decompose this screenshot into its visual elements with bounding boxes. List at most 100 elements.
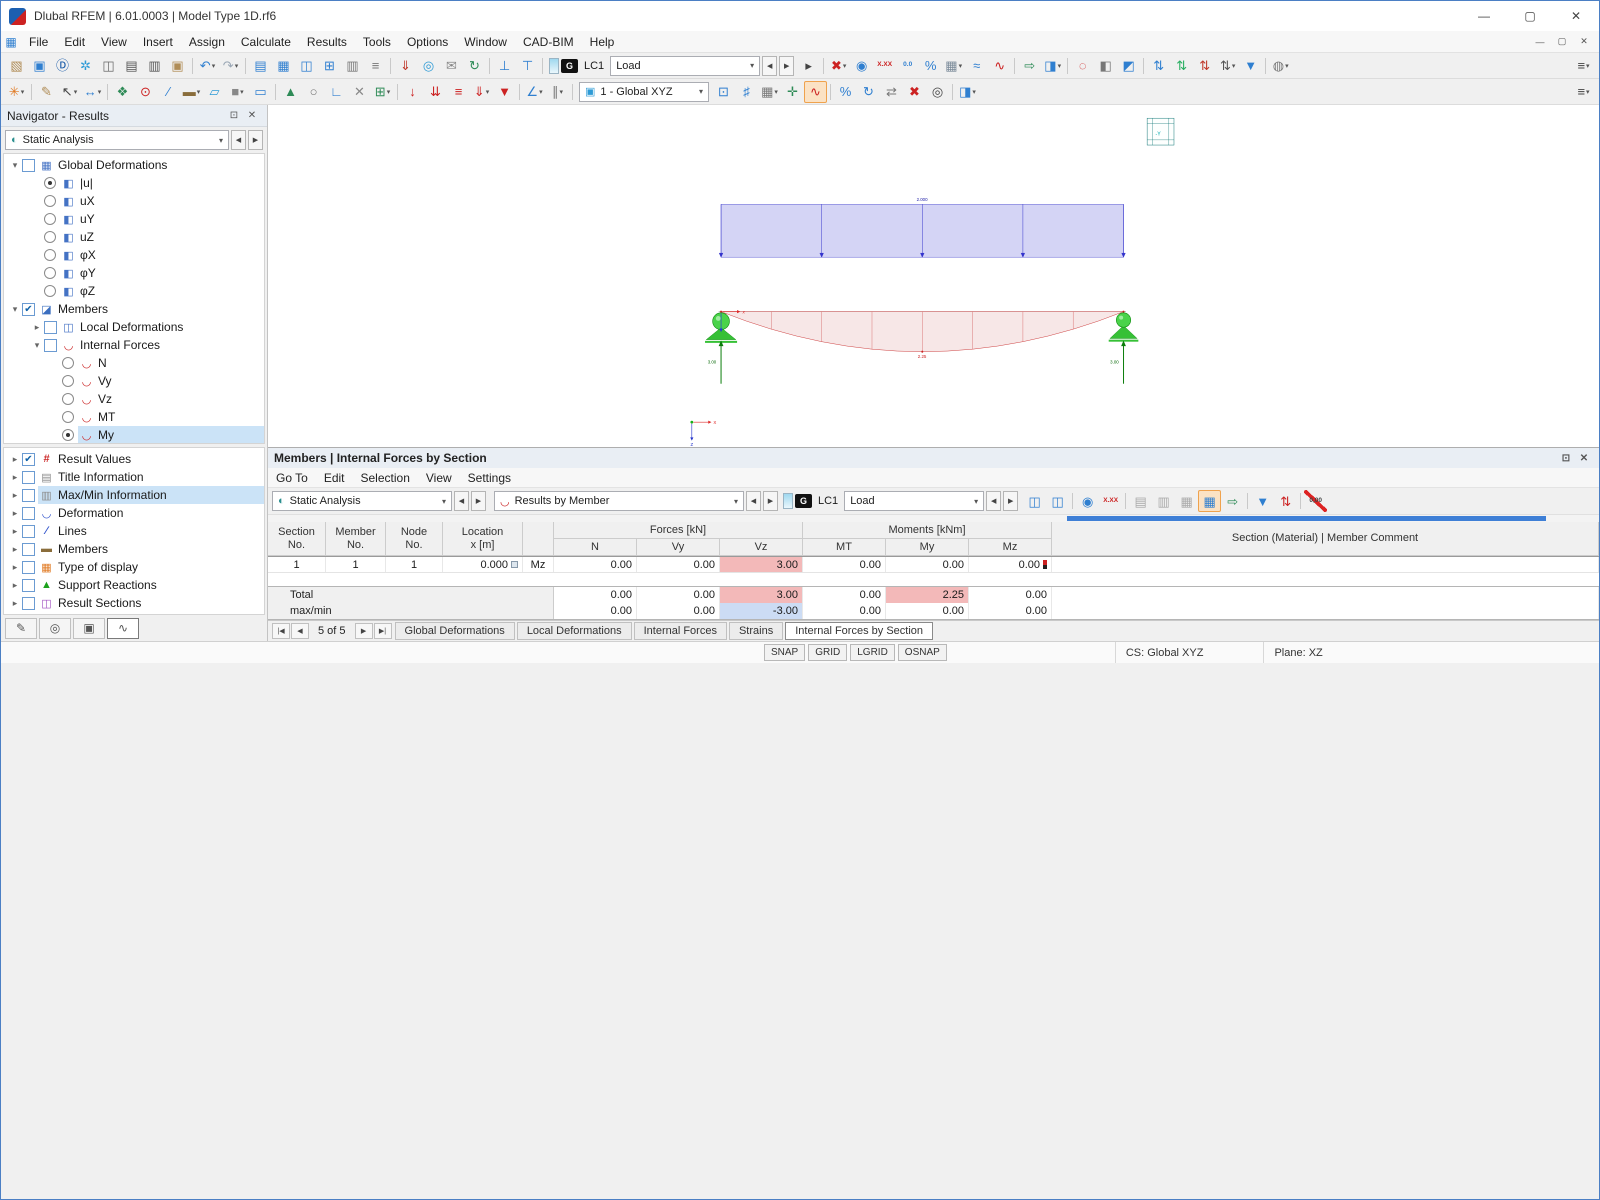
work-plane-icon[interactable]: ⊡▾ [712, 81, 735, 103]
result-diagram-icon[interactable]: ∿▾ [988, 55, 1011, 77]
panel-analysis-next[interactable]: ▶ [471, 491, 486, 511]
option-deformation[interactable]: ▸ Deformation [4, 504, 264, 522]
measure-icon[interactable]: ∠▾ [523, 81, 546, 103]
navigator-tab-results-icon[interactable]: ∿ [107, 618, 139, 639]
menu-item[interactable]: View [93, 31, 135, 52]
menu-item[interactable]: Calculate [233, 31, 299, 52]
table-cell[interactable]: 0.00 [554, 603, 637, 619]
checkbox[interactable] [44, 321, 57, 334]
col-vz[interactable]: Vz [720, 539, 803, 556]
col-mt[interactable]: MT [803, 539, 886, 556]
col-my[interactable]: My [886, 539, 969, 556]
menu-item[interactable]: CAD-BIM [515, 31, 582, 52]
col-comment[interactable]: Section (Material) | Member Comment [1052, 522, 1599, 556]
col-section[interactable]: Section No. [268, 522, 326, 556]
col-mz[interactable]: Mz [969, 539, 1052, 556]
table-cell[interactable]: 0.00 [554, 557, 637, 572]
expander-icon[interactable]: ▾ [8, 304, 22, 315]
panel-analysis-combo[interactable]: ◐ Static Analysis ▾ [272, 491, 452, 511]
next-page-button[interactable]: ▶ [355, 623, 373, 639]
analysis-type-combo[interactable]: ◐ Static Analysis ▾ [5, 130, 229, 150]
sort-custom-icon[interactable]: ⇅▾ [1216, 55, 1239, 77]
tree-item-phiz[interactable]: φZ [4, 282, 264, 300]
load-direction-icon[interactable]: ▼▾ [493, 81, 516, 103]
plane-snap-icon[interactable]: ♯▾ [735, 81, 758, 103]
col-group-forces[interactable]: Forces [kN] [554, 522, 803, 539]
last-page-button[interactable]: ▶| [374, 623, 392, 639]
dlubal-center-icon[interactable]: ✲▾ [74, 55, 97, 77]
edit-mode-icon[interactable]: ✎▾ [35, 81, 58, 103]
tree-item-uz[interactable]: uZ [4, 228, 264, 246]
window-new-icon[interactable]: ⊞▾ [318, 55, 341, 77]
panel-lc-prev[interactable]: ◀ [986, 491, 1001, 511]
filter-table-icon[interactable]: ▼▾ [1251, 490, 1274, 512]
table-cell[interactable]: 1 [386, 557, 443, 572]
guideline-icon[interactable]: ∥▾ [546, 81, 569, 103]
lc-prev-button[interactable]: ◀ [762, 56, 777, 76]
paste-icon[interactable]: ▧▾ [5, 55, 28, 77]
checkbox[interactable] [22, 303, 35, 316]
new-node-icon[interactable]: ⊙▾ [134, 81, 157, 103]
new-opening-icon[interactable]: ▭▾ [249, 81, 272, 103]
table-active-icon[interactable]: ▦▾ [1198, 490, 1221, 512]
col-node[interactable]: Node No. [386, 522, 443, 556]
dimension-icon[interactable]: ↔▾ [81, 81, 104, 103]
tree-item-vz[interactable]: Vz [4, 390, 264, 408]
col-n[interactable]: N [554, 539, 637, 556]
results-by-prev[interactable]: ◀ [746, 491, 761, 511]
table-cell[interactable]: 1 [326, 557, 386, 572]
model-canvas[interactable]: 2.000 [268, 105, 1599, 447]
values-icon[interactable]: X.XX▾ [1099, 490, 1122, 512]
select-special-icon[interactable]: ◎▾ [926, 81, 949, 103]
checkbox[interactable] [22, 489, 35, 502]
expander-icon[interactable]: ▸ [8, 544, 22, 555]
results-by-next[interactable]: ▶ [763, 491, 778, 511]
panel-menu-item[interactable]: Go To [268, 468, 316, 487]
clipping-box-icon[interactable]: ◧▾ [1094, 55, 1117, 77]
values-display-icon[interactable]: X.XX▾ [873, 55, 896, 77]
table-cell[interactable] [1052, 557, 1599, 572]
snap-toggle-button[interactable]: SNAP [764, 644, 805, 661]
results-by-combo[interactable]: ◡ Results by Member ▾ [494, 491, 744, 511]
load-case-combo[interactable]: Load ▾ [610, 56, 760, 76]
extremes-icon[interactable]: ⇅▾ [1274, 490, 1297, 512]
snap-result-icon[interactable]: ◉▾ [850, 55, 873, 77]
maximize-button[interactable]: ▢ [1507, 1, 1553, 31]
mesh-refinement-icon[interactable]: ⊞▾ [371, 81, 394, 103]
table-tab[interactable]: Internal Forces [634, 622, 727, 640]
col-group-moments[interactable]: Moments [kNm] [803, 522, 1052, 539]
mdi-minimize-button[interactable]: — [1529, 33, 1551, 51]
table-cell[interactable]: 0.000 [443, 557, 523, 572]
menu-item[interactable]: Edit [56, 31, 93, 52]
sort-z-icon[interactable]: ⇅▾ [1193, 55, 1216, 77]
menu-item[interactable]: Window [456, 31, 515, 52]
print-icon[interactable]: ▥▾ [143, 55, 166, 77]
view-3d-icon[interactable]: ▤▾ [249, 55, 272, 77]
mail-icon[interactable]: ✉▾ [440, 55, 463, 77]
favorites-icon[interactable]: ✳▾ [5, 81, 28, 103]
table-cell[interactable]: 0.00 [969, 587, 1052, 603]
expander-icon[interactable]: ▸ [8, 472, 22, 483]
member-hinge-icon[interactable]: ○▾ [302, 81, 325, 103]
table-cell[interactable]: 3.00 [720, 557, 803, 572]
percent-display-icon[interactable]: %▾ [919, 55, 942, 77]
panel-lc-next[interactable]: ▶ [1003, 491, 1018, 511]
totals-min-row[interactable]: max/min 0.000.00-3.000.000.000.00 [268, 603, 1599, 619]
model-view[interactable]: 2.000 [268, 105, 1599, 447]
table-cell[interactable]: 0.00 [803, 587, 886, 603]
lc-forward-icon[interactable]: ▸▾ [797, 55, 820, 77]
percent-icon[interactable]: %▾ [834, 81, 857, 103]
expander-icon[interactable]: ▸ [8, 562, 22, 573]
navigator-float-icon[interactable]: ⊡ [225, 110, 243, 121]
first-page-button[interactable]: |◀ [272, 623, 290, 639]
smoothing-icon[interactable]: ≈▾ [965, 55, 988, 77]
undo-icon[interactable]: ↶▾ [196, 55, 219, 77]
checkbox[interactable] [22, 597, 35, 610]
axes-icon[interactable]: ✛▾ [781, 81, 804, 103]
option-members[interactable]: ▸ Members [4, 540, 264, 558]
panel-load-case-combo[interactable]: Load ▾ [844, 491, 984, 511]
option-lines[interactable]: ▸ Lines [4, 522, 264, 540]
menu-item[interactable]: Tools [355, 31, 399, 52]
tree-item-mt[interactable]: MT [4, 408, 264, 426]
table-cell[interactable]: 1 [268, 557, 326, 572]
